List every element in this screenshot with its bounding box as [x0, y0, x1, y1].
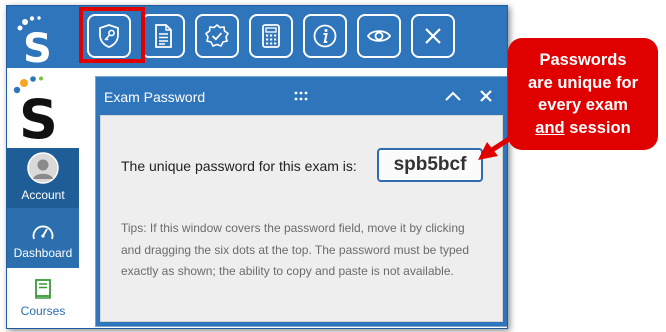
drag-handle-icon[interactable]	[294, 91, 308, 101]
svg-text:S: S	[19, 88, 58, 142]
nav-item-account[interactable]: Account	[7, 148, 79, 208]
notes-button[interactable]	[141, 14, 185, 58]
annotation-callout: Passwords are unique for every exam and …	[508, 38, 658, 150]
eye-icon	[366, 30, 392, 42]
calculator-icon	[262, 24, 280, 48]
nav-label-account: Account	[21, 188, 65, 202]
avatar-icon	[27, 152, 59, 184]
callout-line-rest: session	[564, 118, 631, 137]
callout-line: are unique for	[527, 73, 638, 92]
info-icon	[313, 24, 337, 48]
panel-body: The unique password for this exam is: sp…	[100, 115, 503, 322]
nav-item-dashboard[interactable]: Dashboard	[7, 208, 79, 266]
shield-key-icon	[99, 24, 119, 48]
password-label: The unique password for this exam is:	[121, 158, 357, 174]
close-icon[interactable]	[478, 88, 494, 104]
document-icon	[155, 24, 172, 48]
s-logo-icon: S	[17, 16, 52, 68]
callout-underlined-word: and	[535, 118, 565, 137]
courses-book-icon	[35, 279, 51, 299]
panel-header: Exam Password	[96, 77, 507, 115]
view-button[interactable]	[357, 14, 401, 58]
nav-label-courses: Courses	[20, 304, 66, 318]
panel-title: Exam Password	[104, 89, 206, 105]
exam-password-panel: Exam Password The unique password for th…	[95, 76, 507, 327]
exam-password-button[interactable]	[87, 14, 131, 58]
dashboard-gauge-icon	[32, 225, 54, 240]
close-browser-button[interactable]	[411, 14, 455, 58]
tips-text: Tips: If this window covers the password…	[121, 221, 469, 278]
callout-line: and session	[508, 117, 658, 140]
s-logo-icon: S	[13, 76, 58, 142]
lockdown-browser-window: S S Account Dashboard Courses Exam Passw…	[6, 5, 508, 329]
password-value: spb5bcf	[377, 148, 483, 182]
svg-text:S: S	[23, 26, 52, 68]
global-nav: Account Dashboard Courses	[7, 148, 79, 328]
close-icon	[425, 28, 441, 44]
callout-line: every exam	[538, 96, 628, 114]
nav-item-courses[interactable]: Courses	[7, 268, 79, 328]
nav-label-dashboard: Dashboard	[13, 246, 73, 260]
side-logo-area: S	[7, 68, 79, 148]
chevron-up-icon[interactable]	[444, 88, 462, 104]
badge-check-icon	[204, 23, 230, 48]
verify-button[interactable]	[195, 14, 239, 58]
callout-line: Passwords	[539, 51, 627, 69]
calculator-button[interactable]	[249, 14, 293, 58]
info-button[interactable]	[303, 14, 347, 58]
